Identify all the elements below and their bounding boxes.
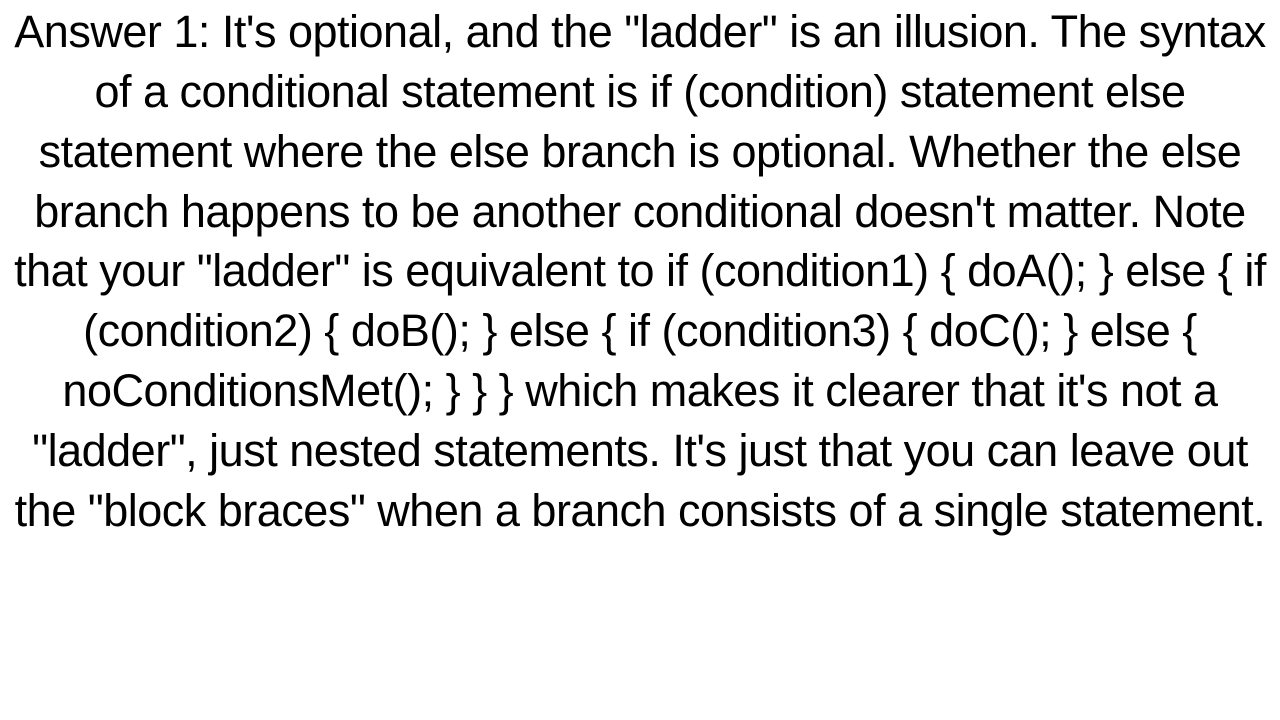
answer-text-block: Answer 1: It's optional, and the "ladder… xyxy=(0,0,1280,720)
